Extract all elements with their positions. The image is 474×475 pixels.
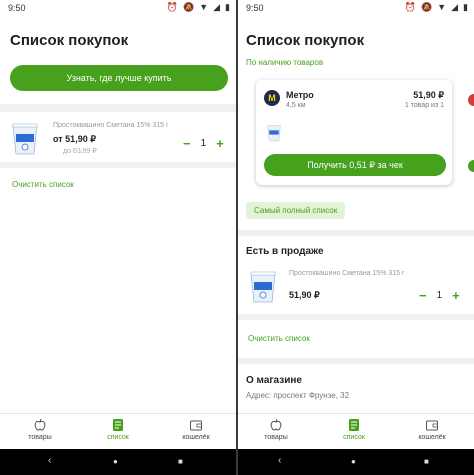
fullest-list-chip[interactable]: Самый полный список xyxy=(246,202,346,219)
wallet-icon xyxy=(426,420,438,431)
recents-icon[interactable]: ■ xyxy=(178,457,183,466)
quantity-stepper: − 1 + xyxy=(183,137,224,150)
nav-label-products: товары xyxy=(264,434,288,441)
home-icon[interactable]: ● xyxy=(351,457,356,466)
get-cashback-button[interactable]: Получить 0,51 ₽ за чек xyxy=(264,154,446,176)
nav-label-list: список xyxy=(107,434,129,441)
sour-cream-cup-icon xyxy=(12,123,38,155)
list-icon xyxy=(113,419,123,431)
list-icon xyxy=(349,419,359,431)
nav-label-wallet: кошелёк xyxy=(418,434,446,441)
status-bar: 9:50 ⏰ 🔕 ▼ ◢ ▮ xyxy=(0,0,236,16)
next-card-peek xyxy=(468,160,474,172)
bottom-navigation: товары список кошелёк xyxy=(238,413,474,449)
nav-item-products[interactable]: товары xyxy=(246,418,306,441)
mute-icon: 🔕 xyxy=(420,2,433,12)
product-old-price: до 63,99 ₽ xyxy=(63,148,97,155)
alarm-icon: ⏰ xyxy=(166,2,178,12)
wallet-icon xyxy=(190,420,202,431)
apple-icon xyxy=(270,418,282,431)
section-divider xyxy=(0,104,236,112)
battery-icon: ▮ xyxy=(463,2,468,12)
back-icon[interactable]: ‹ xyxy=(278,455,281,466)
store-card[interactable]: M Метро 4,5 км 51,90 ₽ 1 товар из 1 Полу… xyxy=(256,80,452,185)
section-divider xyxy=(0,162,236,168)
find-best-price-button[interactable]: Узнать, где лучше купить xyxy=(10,65,228,91)
nav-item-list[interactable]: список xyxy=(88,418,148,441)
store-item-count: 1 товар из 1 xyxy=(404,102,444,109)
battery-icon: ▮ xyxy=(225,2,230,12)
sort-by-availability-link[interactable]: По наличию товаров xyxy=(246,58,323,67)
wifi-icon: ▼ xyxy=(199,2,209,12)
alarm-icon: ⏰ xyxy=(404,2,416,12)
home-icon[interactable]: ● xyxy=(113,457,118,466)
decrease-button[interactable]: − xyxy=(419,289,427,302)
status-icons: ⏰ 🔕 ▼ ◢ ▮ xyxy=(405,2,468,13)
bottom-navigation: товары список кошелёк xyxy=(0,413,236,449)
nav-item-wallet[interactable]: кошелёк xyxy=(166,418,226,441)
decrease-button[interactable]: − xyxy=(183,137,191,150)
increase-button[interactable]: + xyxy=(452,289,460,302)
clear-list-button[interactable]: Очистить список xyxy=(12,180,74,189)
store-total-price: 51,90 ₽ xyxy=(413,90,444,100)
nav-label-list: список xyxy=(343,434,365,441)
clear-list-button[interactable]: Очистить список xyxy=(248,334,310,343)
nav-label-products: товары xyxy=(28,434,52,441)
about-store-heading: О магазине xyxy=(246,375,302,386)
system-nav-bar: ‹ ● ■ xyxy=(238,449,474,475)
product-name: Простоквашино Сметана 15% 315 г xyxy=(289,270,405,277)
product-price: от 51,90 ₽ xyxy=(53,134,96,144)
in-stock-heading: Есть в продаже xyxy=(246,246,324,257)
nav-label-wallet: кошелёк xyxy=(182,434,210,441)
section-divider xyxy=(238,230,474,236)
store-results-screen: 9:50 ⏰ 🔕 ▼ ◢ ▮ Список покупок По наличию… xyxy=(238,0,474,475)
sour-cream-cup-icon xyxy=(250,271,276,303)
system-nav-bar: ‹ ● ■ xyxy=(0,449,236,475)
store-distance: 4,5 км xyxy=(286,102,306,109)
nav-item-wallet[interactable]: кошелёк xyxy=(402,418,462,441)
next-card-peek xyxy=(468,94,474,106)
page-title: Список покупок xyxy=(246,32,365,49)
mute-icon: 🔕 xyxy=(182,2,195,12)
store-address: Адрес: проспект Фрунзе, 32 xyxy=(246,391,350,400)
shopping-list-screen: 9:50 ⏰ 🔕 ▼ ◢ ▮ Список покупок Узнать, гд… xyxy=(0,0,236,475)
product-price: 51,90 ₽ xyxy=(289,290,320,300)
store-name: Метро xyxy=(286,90,314,100)
metro-logo-icon: M xyxy=(264,90,280,106)
signal-icon: ◢ xyxy=(451,2,459,12)
recents-icon[interactable]: ■ xyxy=(424,457,429,466)
status-time: 9:50 xyxy=(246,3,264,13)
sour-cream-cup-icon xyxy=(267,125,281,142)
quantity-value: 1 xyxy=(200,138,207,149)
status-bar: 9:50 ⏰ 🔕 ▼ ◢ ▮ xyxy=(238,0,474,16)
apple-icon xyxy=(34,418,46,431)
nav-item-products[interactable]: товары xyxy=(10,418,70,441)
page-title: Список покупок xyxy=(10,32,129,49)
quantity-value: 1 xyxy=(436,290,443,301)
nav-item-list[interactable]: список xyxy=(324,418,384,441)
section-divider xyxy=(238,358,474,364)
wifi-icon: ▼ xyxy=(437,2,447,12)
section-divider xyxy=(238,314,474,320)
increase-button[interactable]: + xyxy=(216,137,224,150)
back-icon[interactable]: ‹ xyxy=(48,455,51,466)
signal-icon: ◢ xyxy=(213,2,221,12)
quantity-stepper: − 1 + xyxy=(419,289,460,302)
product-name: Простоквашино Сметана 15% 315 г xyxy=(53,122,169,129)
status-time: 9:50 xyxy=(8,3,26,13)
status-icons: ⏰ 🔕 ▼ ◢ ▮ xyxy=(167,2,230,13)
